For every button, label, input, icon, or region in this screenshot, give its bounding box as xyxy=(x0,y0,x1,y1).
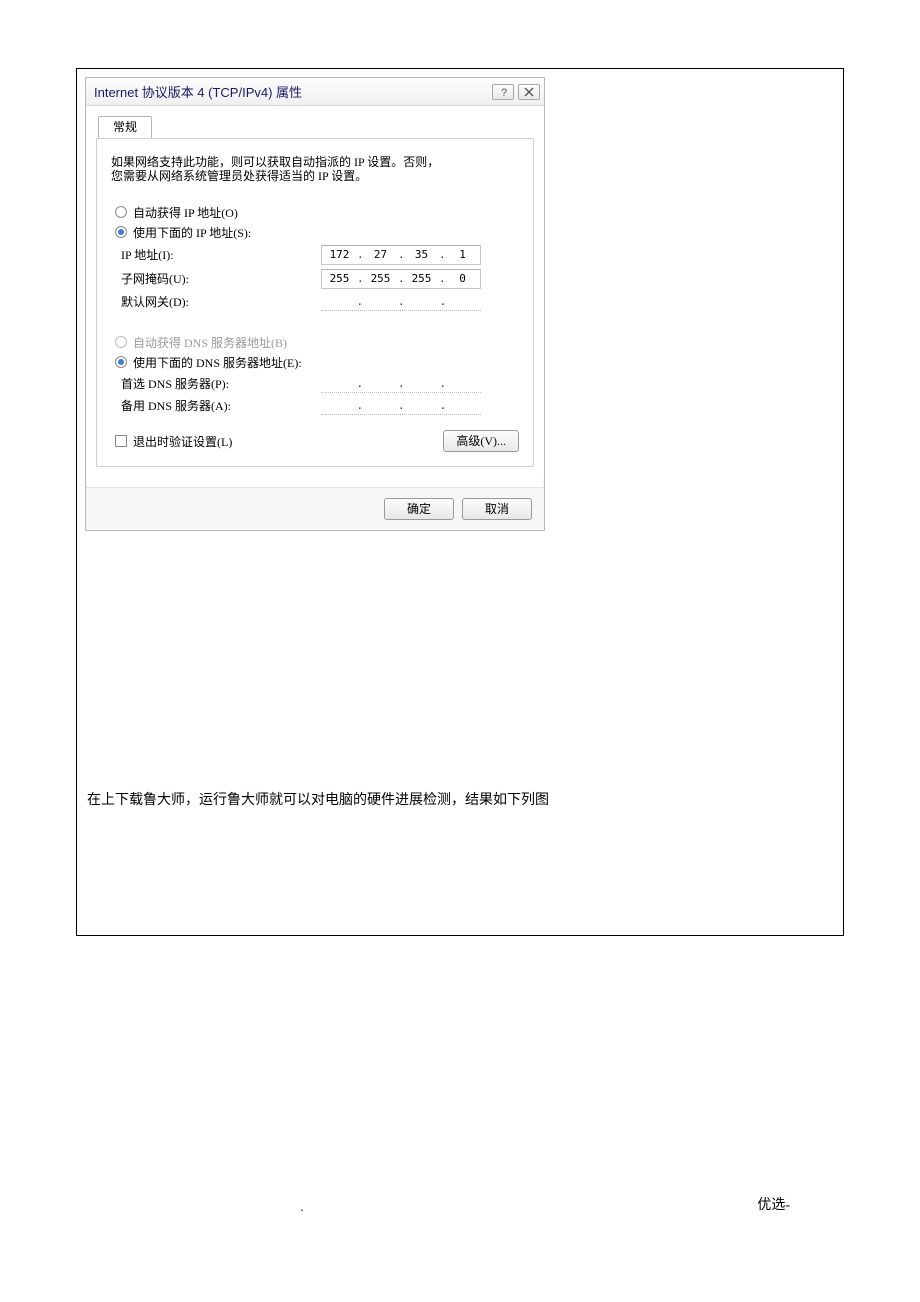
radio-use-dns-label: 使用下面的 DNS 服务器地址(E): xyxy=(133,354,302,371)
dialog-footer: 确定 取消 xyxy=(86,487,544,530)
subnet-mask-input[interactable]: 255. 255. 255. 0 xyxy=(321,269,481,289)
radio-use-dns[interactable]: 使用下面的 DNS 服务器地址(E): xyxy=(111,354,519,371)
ip-oct-2: 27 xyxy=(363,248,398,261)
caption-text: 在上下载鲁大师，运行鲁大师就可以对电脑的硬件进展检测，结果如下列图 xyxy=(87,789,833,809)
mask-oct-1: 255 xyxy=(322,272,357,285)
page-footer-text: 优选- xyxy=(757,1194,790,1214)
ip-address-label: IP 地址(I): xyxy=(121,246,321,263)
hint-text: 如果网络支持此功能，则可以获取自动指派的 IP 设置。否则， 您需要从网络系统管… xyxy=(111,155,519,184)
dns2-input[interactable]: . . . xyxy=(321,397,481,415)
hint-line1: 如果网络支持此功能，则可以获取自动指派的 IP 设置。否则， xyxy=(111,155,439,169)
tab-general[interactable]: 常规 xyxy=(98,116,152,138)
mask-oct-2: 255 xyxy=(363,272,398,285)
dns1-label: 首选 DNS 服务器(P): xyxy=(121,375,321,392)
hint-line2: 您需要从网络系统管理员处获得适当的 IP 设置。 xyxy=(111,169,367,183)
dns2-label: 备用 DNS 服务器(A): xyxy=(121,397,321,414)
radio-auto-dns-label: 自动获得 DNS 服务器地址(B) xyxy=(133,334,287,351)
ip-oct-4: 1 xyxy=(445,248,480,261)
ip-address-input[interactable]: 172. 27. 35. 1 xyxy=(321,245,481,265)
titlebar: Internet 协议版本 4 (TCP/IPv4) 属性 ? xyxy=(86,78,544,106)
radio-use-ip-label: 使用下面的 IP 地址(S): xyxy=(133,224,251,241)
ok-button[interactable]: 确定 xyxy=(384,498,454,520)
tab-pane-general: 如果网络支持此功能，则可以获取自动指派的 IP 设置。否则， 您需要从网络系统管… xyxy=(96,138,534,467)
ip-oct-3: 35 xyxy=(404,248,439,261)
svg-text:?: ? xyxy=(501,87,507,98)
radio-auto-ip-label: 自动获得 IP 地址(O) xyxy=(133,204,238,221)
ip-oct-1: 172 xyxy=(322,248,357,261)
mask-oct-4: 0 xyxy=(445,272,480,285)
ipv4-properties-dialog: Internet 协议版本 4 (TCP/IPv4) 属性 ? xyxy=(85,77,545,531)
window-buttons: ? xyxy=(492,84,540,100)
validate-on-exit-checkbox[interactable] xyxy=(115,435,127,447)
gateway-input[interactable]: . . . xyxy=(321,293,481,311)
cancel-button[interactable]: 取消 xyxy=(462,498,532,520)
page-dot: . xyxy=(300,1198,304,1214)
radio-icon xyxy=(115,336,127,348)
radio-auto-dns: 自动获得 DNS 服务器地址(B) xyxy=(111,334,519,351)
validate-on-exit-label: 退出时验证设置(L) xyxy=(133,433,232,450)
radio-icon xyxy=(115,226,127,238)
radio-auto-ip[interactable]: 自动获得 IP 地址(O) xyxy=(111,204,519,221)
gateway-label: 默认网关(D): xyxy=(121,293,321,310)
dns1-input[interactable]: . . . xyxy=(321,375,481,393)
advanced-button[interactable]: 高级(V)... xyxy=(443,430,519,452)
mask-oct-3: 255 xyxy=(404,272,439,285)
subnet-mask-label: 子网掩码(U): xyxy=(121,270,321,287)
radio-icon xyxy=(115,206,127,218)
close-icon[interactable] xyxy=(518,84,540,100)
dialog-title: Internet 协议版本 4 (TCP/IPv4) 属性 xyxy=(94,82,302,101)
help-icon[interactable]: ? xyxy=(492,84,514,100)
radio-use-ip[interactable]: 使用下面的 IP 地址(S): xyxy=(111,224,519,241)
radio-icon xyxy=(115,356,127,368)
